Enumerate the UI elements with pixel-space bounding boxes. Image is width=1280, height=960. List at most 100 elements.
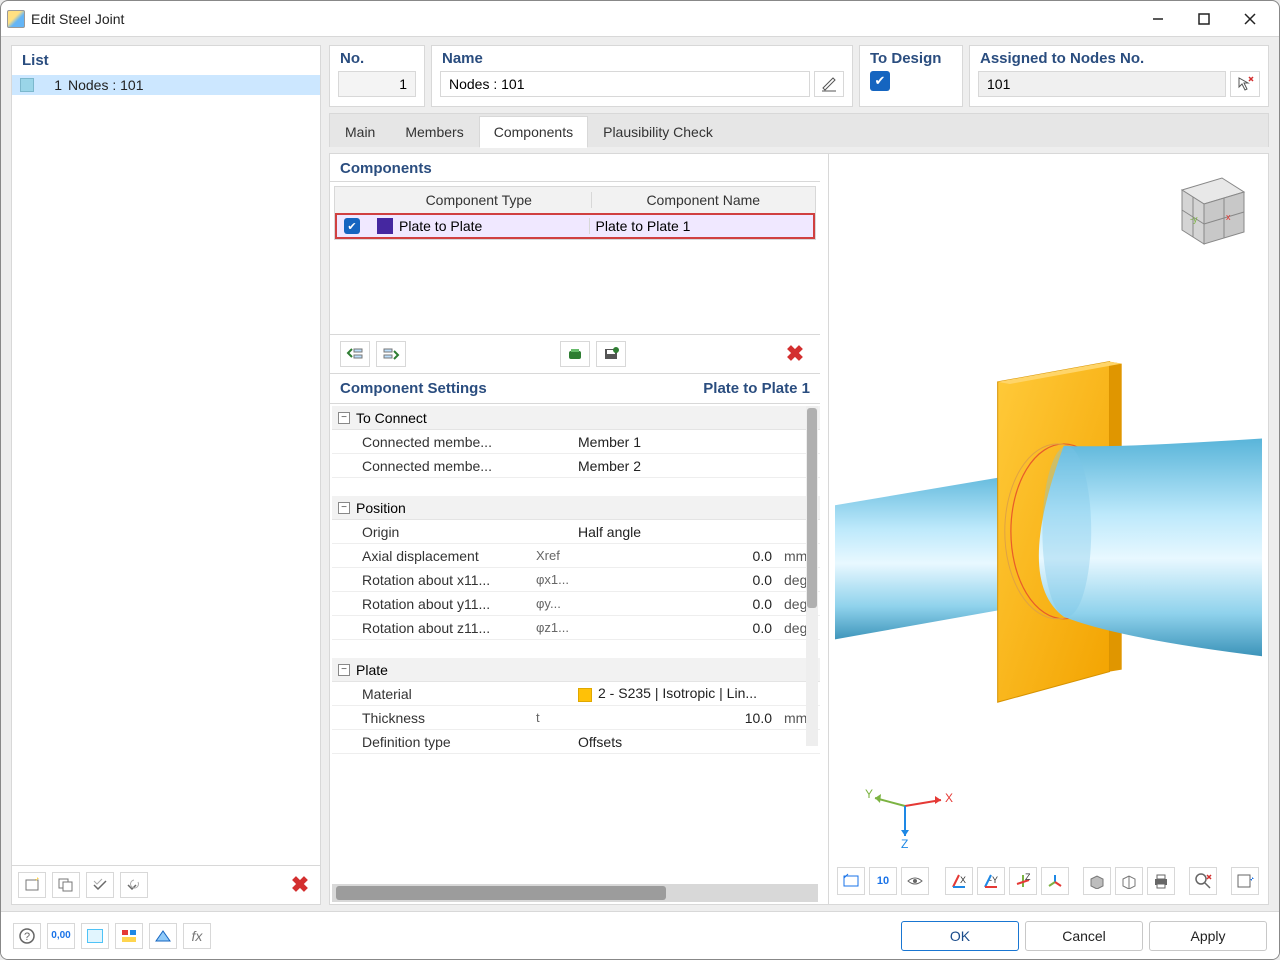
component-settings-header: Component Settings bbox=[340, 380, 487, 397]
tab-components[interactable]: Components bbox=[479, 116, 588, 148]
prop-row[interactable]: OriginHalf angle bbox=[332, 520, 820, 544]
footer-bar: ? 0,00 fx OK Cancel Apply bbox=[1, 911, 1279, 959]
prop-row[interactable]: Rotation about z11...φz1...0.0deg bbox=[332, 616, 820, 640]
view-cube[interactable]: -y x bbox=[1162, 166, 1256, 254]
component-color-swatch bbox=[377, 218, 393, 234]
move-up-button[interactable] bbox=[340, 341, 370, 367]
window: Edit Steel Joint List 1 Nodes : 101 bbox=[0, 0, 1280, 960]
view-iso-button[interactable] bbox=[1041, 867, 1069, 895]
window-close[interactable] bbox=[1227, 4, 1273, 34]
help-button[interactable]: ? bbox=[13, 923, 41, 949]
components-col-type: Component Type bbox=[367, 192, 592, 208]
svg-text:X: X bbox=[960, 875, 966, 885]
new-item-button[interactable] bbox=[18, 872, 46, 898]
print-button[interactable] bbox=[1147, 867, 1175, 895]
save-button[interactable] bbox=[596, 341, 626, 367]
annotations-button[interactable] bbox=[115, 923, 143, 949]
fx-button[interactable]: fx bbox=[183, 923, 211, 949]
list-item[interactable]: 1 Nodes : 101 bbox=[12, 75, 320, 95]
name-box: Name bbox=[431, 45, 853, 107]
edit-name-button[interactable] bbox=[814, 71, 844, 97]
library-button[interactable] bbox=[560, 341, 590, 367]
assigned-box: Assigned to Nodes No. bbox=[969, 45, 1269, 107]
horizontal-scrollbar[interactable] bbox=[332, 884, 818, 902]
tab-members[interactable]: Members bbox=[390, 116, 478, 147]
number-box: No. bbox=[329, 45, 425, 107]
prop-row[interactable]: Connected membe...Member 2 bbox=[332, 454, 820, 478]
svg-text:-y: -y bbox=[1190, 214, 1198, 224]
list-panel: List 1 Nodes : 101 bbox=[11, 45, 321, 905]
color-button[interactable] bbox=[81, 923, 109, 949]
view-neg-y-button[interactable]: -Y bbox=[977, 867, 1005, 895]
svg-text:Y: Y bbox=[865, 787, 873, 801]
titlebar: Edit Steel Joint bbox=[1, 1, 1279, 37]
view-reset-button[interactable] bbox=[837, 867, 865, 895]
assigned-nodes-input[interactable] bbox=[978, 71, 1226, 97]
ok-button[interactable]: OK bbox=[901, 921, 1019, 951]
vertical-scrollbar[interactable] bbox=[806, 406, 818, 746]
number-input[interactable] bbox=[338, 71, 416, 97]
joint-color-swatch bbox=[20, 78, 34, 92]
name-input[interactable] bbox=[440, 71, 810, 97]
cancel-button[interactable]: Cancel bbox=[1025, 921, 1143, 951]
view-visibility-button[interactable] bbox=[901, 867, 929, 895]
viewport-toolbar: 10 X -Y Z bbox=[835, 864, 1262, 898]
window-minimize[interactable] bbox=[1135, 4, 1181, 34]
axis-gizmo: X Y Z bbox=[865, 778, 955, 848]
view-x-button[interactable]: X bbox=[945, 867, 973, 895]
prop-row[interactable]: Axial displacementXref0.0mm bbox=[332, 544, 820, 568]
svg-text:-Y: -Y bbox=[989, 875, 998, 885]
view-wire-button[interactable] bbox=[1115, 867, 1143, 895]
prop-row[interactable]: Rotation about x11...φx1...0.0deg bbox=[332, 568, 820, 592]
units-button[interactable]: 0,00 bbox=[47, 923, 75, 949]
collapse-icon[interactable]: − bbox=[338, 664, 350, 676]
tab-plausibility[interactable]: Plausibility Check bbox=[588, 116, 728, 147]
components-table: Component Type Component Name ✔ Plate to… bbox=[334, 186, 816, 240]
viewport-panel: -y x X bbox=[828, 154, 1268, 904]
svg-text:Z: Z bbox=[1025, 872, 1031, 882]
view-settings-button[interactable] bbox=[149, 923, 177, 949]
move-down-button[interactable] bbox=[376, 341, 406, 367]
group-position[interactable]: − Position bbox=[332, 496, 820, 520]
delete-button[interactable]: ✖ bbox=[286, 872, 314, 898]
tab-main[interactable]: Main bbox=[330, 116, 390, 147]
view-z-button[interactable]: Z bbox=[1009, 867, 1037, 895]
pick-nodes-button[interactable] bbox=[1230, 71, 1260, 97]
viewport-3d[interactable]: -y x X bbox=[835, 160, 1262, 858]
material-color-swatch bbox=[578, 688, 592, 702]
list-header: List bbox=[12, 46, 320, 75]
list-item-label: Nodes : 101 bbox=[68, 77, 144, 93]
prop-row[interactable]: Connected membe...Member 1 bbox=[332, 430, 820, 454]
group-to-connect[interactable]: − To Connect bbox=[332, 406, 820, 430]
view-solid-button[interactable] bbox=[1083, 867, 1111, 895]
prop-row[interactable]: Definition typeOffsets bbox=[332, 730, 820, 754]
search-button[interactable] bbox=[1189, 867, 1217, 895]
to-design-box: To Design ✔ bbox=[859, 45, 963, 107]
delete-component-button[interactable]: ✖ bbox=[780, 341, 810, 367]
svg-text:X: X bbox=[945, 791, 953, 805]
components-col-name: Component Name bbox=[592, 192, 816, 208]
checkmark-button[interactable] bbox=[86, 872, 114, 898]
new-window-button[interactable] bbox=[1231, 867, 1259, 895]
component-enabled-checkbox[interactable]: ✔ bbox=[344, 218, 360, 234]
copy-item-button[interactable] bbox=[52, 872, 80, 898]
svg-text:?: ? bbox=[24, 931, 30, 943]
prop-row + material[interactable]: Material2 - S235 | Isotropic | Lin... bbox=[332, 682, 820, 706]
collapse-icon[interactable]: − bbox=[338, 502, 350, 514]
prop-row[interactable]: Thicknesst10.0mm bbox=[332, 706, 820, 730]
view-scale-button[interactable]: 10 bbox=[869, 867, 897, 895]
list-item-index: 1 bbox=[40, 77, 62, 93]
window-maximize[interactable] bbox=[1181, 4, 1227, 34]
component-row[interactable]: ✔ Plate to Plate Plate to Plate 1 bbox=[335, 213, 815, 239]
component-settings-name: Plate to Plate 1 bbox=[703, 380, 810, 397]
to-design-checkbox[interactable]: ✔ bbox=[870, 71, 890, 91]
header-bar: No. Name To Design bbox=[329, 45, 1269, 107]
apply-button[interactable]: Apply bbox=[1149, 921, 1267, 951]
components-header: Components bbox=[330, 154, 820, 182]
refresh-check-button[interactable] bbox=[120, 872, 148, 898]
prop-row[interactable]: Rotation about y11...φy...0.0deg bbox=[332, 592, 820, 616]
group-plate[interactable]: − Plate bbox=[332, 658, 820, 682]
component-settings-tree: − To Connect Connected membe...Member 1 … bbox=[330, 404, 820, 882]
collapse-icon[interactable]: − bbox=[338, 412, 350, 424]
svg-text:Z: Z bbox=[901, 837, 908, 848]
